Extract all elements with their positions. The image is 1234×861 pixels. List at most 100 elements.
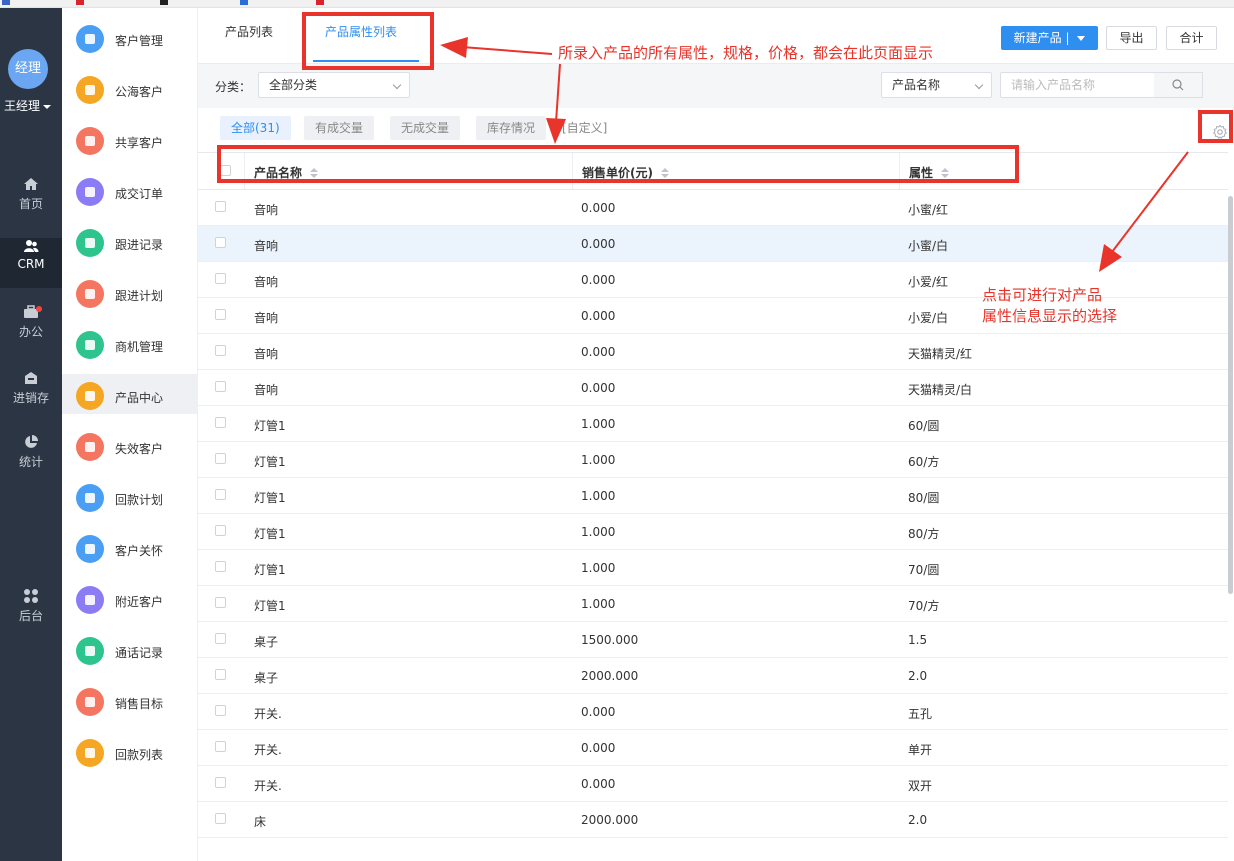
annotation-top-text: 所录入产品的所有属性，规格，价格，都会在此页面显示 bbox=[558, 44, 934, 62]
main-navigation: 经理 王经理 首页 CRM 办公 进销存 统计 后台 bbox=[0, 8, 62, 861]
table-row[interactable]: 音响 0.000 天猫精灵/白 bbox=[198, 370, 1228, 406]
cell-unit-price: 1500.000 bbox=[581, 633, 639, 647]
export-button[interactable]: 导出 bbox=[1106, 26, 1157, 50]
submenu-item[interactable]: 失效客户 bbox=[62, 429, 198, 467]
submenu-item[interactable]: 通话记录 bbox=[62, 633, 198, 671]
submenu-label: 成交订单 bbox=[115, 187, 164, 201]
table-row[interactable]: 音响 0.000 天猫精灵/红 bbox=[198, 334, 1228, 370]
submenu-item[interactable]: 销售目标 bbox=[62, 684, 198, 722]
caret-down-icon bbox=[43, 104, 52, 109]
row-checkbox[interactable] bbox=[215, 777, 226, 788]
submenu-item[interactable]: 附近客户 bbox=[62, 582, 198, 620]
avatar[interactable]: 经理 bbox=[8, 49, 48, 89]
people-icon bbox=[24, 240, 39, 252]
table-row[interactable]: 音响 0.000 小蜜/白 bbox=[198, 226, 1228, 262]
row-checkbox[interactable] bbox=[215, 381, 226, 392]
row-checkbox[interactable] bbox=[215, 309, 226, 320]
search-field-select[interactable]: 产品名称 bbox=[881, 72, 992, 98]
nav-item-inventory[interactable]: 进销存 bbox=[0, 370, 62, 420]
table-row[interactable]: 音响 0.000 小蜜/红 bbox=[198, 190, 1228, 226]
category-select[interactable]: 全部分类 bbox=[258, 72, 410, 98]
row-checkbox[interactable] bbox=[215, 597, 226, 608]
submenu-label: 客户关怀 bbox=[115, 544, 164, 558]
row-checkbox[interactable] bbox=[215, 453, 226, 464]
table-row[interactable]: 床 2000.000 2.0 bbox=[198, 802, 1228, 838]
nav-label: 首页 bbox=[18, 197, 43, 211]
row-checkbox[interactable] bbox=[215, 741, 226, 752]
submenu-label: 产品中心 bbox=[115, 391, 164, 405]
cell-unit-price: 0.000 bbox=[581, 705, 616, 719]
table-row[interactable]: 灯管1 1.000 70/方 bbox=[198, 586, 1228, 622]
chip-custom[interactable]: [自定义] bbox=[562, 116, 607, 140]
submenu-icon bbox=[76, 76, 104, 104]
submenu-item[interactable]: 回款计划 bbox=[62, 480, 198, 518]
submenu-item[interactable]: 公海客户 bbox=[62, 72, 198, 110]
submenu-item[interactable]: 商机管理 bbox=[62, 327, 198, 365]
row-checkbox[interactable] bbox=[215, 561, 226, 572]
search-input[interactable]: 请输入产品名称 bbox=[1000, 72, 1155, 98]
submenu-item[interactable]: 回款列表 bbox=[62, 735, 198, 773]
filter-bar: 分类： 全部分类 产品名称 请输入产品名称 bbox=[198, 64, 1234, 108]
cell-product-name: 开关. bbox=[254, 707, 282, 721]
cell-product-name: 灯管1 bbox=[254, 491, 286, 505]
table-row[interactable]: 灯管1 1.000 70/圆 bbox=[198, 550, 1228, 586]
row-checkbox[interactable] bbox=[215, 705, 226, 716]
table-row[interactable]: 灯管1 1.000 60/方 bbox=[198, 442, 1228, 478]
tab-product-list[interactable]: 产品列表 bbox=[225, 23, 273, 40]
submenu-item[interactable]: 跟进记录 bbox=[62, 225, 198, 263]
chip-no-deals[interactable]: 无成交量 bbox=[390, 116, 461, 140]
chevron-down-icon bbox=[392, 80, 402, 90]
submenu-item[interactable]: 共享客户 bbox=[62, 123, 198, 161]
row-checkbox[interactable] bbox=[215, 237, 226, 248]
row-checkbox[interactable] bbox=[215, 201, 226, 212]
cell-attribute: 80/方 bbox=[908, 527, 940, 541]
cell-product-name: 灯管1 bbox=[254, 419, 286, 433]
submenu-item[interactable]: 客户管理 bbox=[62, 21, 198, 59]
chip-all[interactable]: 全部(31) bbox=[220, 116, 291, 140]
submenu-item[interactable]: 产品中心 bbox=[62, 374, 198, 414]
nav-item-statistics[interactable]: 统计 bbox=[0, 434, 62, 484]
table-row[interactable]: 开关. 0.000 五孔 bbox=[198, 694, 1228, 730]
row-checkbox[interactable] bbox=[215, 273, 226, 284]
row-checkbox[interactable] bbox=[215, 345, 226, 356]
category-select-value: 全部分类 bbox=[269, 78, 318, 92]
row-checkbox[interactable] bbox=[215, 669, 226, 680]
nav-item-home[interactable]: 首页 bbox=[0, 176, 62, 226]
nav-item-admin[interactable]: 后台 bbox=[0, 588, 62, 638]
row-checkbox[interactable] bbox=[215, 417, 226, 428]
table-row[interactable]: 桌子 1500.000 1.5 bbox=[198, 622, 1228, 658]
table-row[interactable]: 灯管1 1.000 80/方 bbox=[198, 514, 1228, 550]
submenu-label: 客户管理 bbox=[115, 34, 164, 48]
table-row[interactable]: 灯管1 1.000 80/圆 bbox=[198, 478, 1228, 514]
row-checkbox[interactable] bbox=[215, 525, 226, 536]
chip-inventory[interactable]: 库存情况 bbox=[476, 116, 547, 140]
submenu-item[interactable]: 跟进计划 bbox=[62, 276, 198, 314]
row-checkbox[interactable] bbox=[215, 489, 226, 500]
annotation-box-gear bbox=[1198, 110, 1233, 143]
submenu-icon bbox=[76, 229, 104, 257]
vertical-scrollbar[interactable] bbox=[1228, 196, 1233, 594]
search-button[interactable] bbox=[1154, 72, 1203, 98]
row-checkbox[interactable] bbox=[215, 813, 226, 824]
nav-item-office[interactable]: 办公 bbox=[0, 304, 62, 354]
table-row[interactable]: 灯管1 1.000 60/圆 bbox=[198, 406, 1228, 442]
table-row[interactable]: 开关. 0.000 双开 bbox=[198, 766, 1228, 802]
cell-product-name: 音响 bbox=[254, 239, 279, 253]
submenu-icon bbox=[76, 586, 104, 614]
sum-button[interactable]: 合计 bbox=[1166, 26, 1217, 50]
submenu-item[interactable]: 成交订单 bbox=[62, 174, 198, 212]
cell-attribute: 60/圆 bbox=[908, 419, 940, 433]
table-row[interactable]: 桌子 2000.000 2.0 bbox=[198, 658, 1228, 694]
user-menu[interactable]: 王经理 bbox=[4, 97, 52, 114]
submenu-label: 附近客户 bbox=[115, 595, 164, 609]
cell-unit-price: 2000.000 bbox=[581, 669, 639, 683]
cell-attribute: 1.5 bbox=[908, 633, 928, 647]
cell-attribute: 70/方 bbox=[908, 599, 940, 613]
row-checkbox[interactable] bbox=[215, 633, 226, 644]
chip-with-deals[interactable]: 有成交量 bbox=[304, 116, 375, 140]
submenu-item[interactable]: 客户关怀 bbox=[62, 531, 198, 569]
table-row[interactable]: 开关. 0.000 单开 bbox=[198, 730, 1228, 766]
nav-item-crm[interactable]: CRM bbox=[0, 238, 62, 288]
main-content: 产品列表 产品属性列表 新建产品 | 导出 合计 分类： 全部分类 产品名称 请… bbox=[198, 8, 1234, 861]
new-product-button[interactable]: 新建产品 | bbox=[1001, 26, 1098, 50]
